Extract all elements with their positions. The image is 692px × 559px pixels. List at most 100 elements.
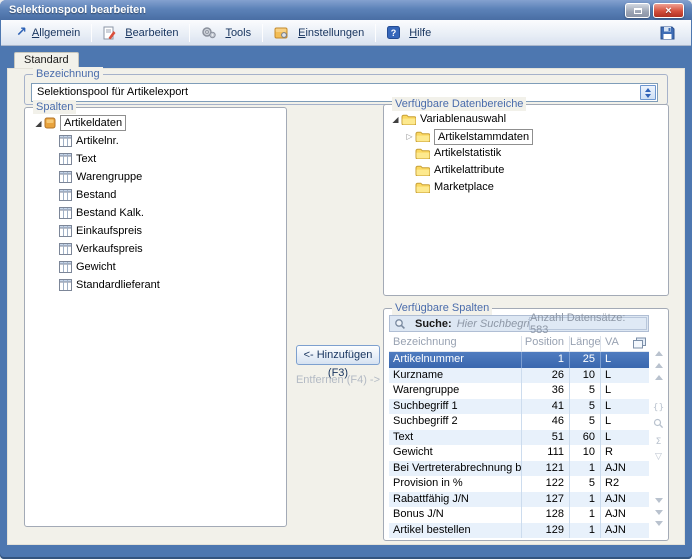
toolbar-button-tools[interactable]: Tools — [193, 23, 259, 42]
toolbar-button-allgemein[interactable]: ↗ Allgemein — [8, 24, 88, 42]
toolbar-label-bearbeiten: Bearbeiten — [125, 27, 178, 39]
tree-item-label: Artikelstatistik — [434, 146, 501, 161]
table-row[interactable]: Text 51 60 L — [389, 430, 649, 446]
toolbar-button-bearbeiten[interactable]: Bearbeiten — [95, 23, 186, 43]
expander-collapsed-icon[interactable]: ▷ — [404, 132, 415, 141]
table-row[interactable]: Provision in % 122 5 R2 — [389, 476, 649, 492]
tree-node-artikeldaten[interactable]: ◢ Artikeldaten — [25, 114, 286, 132]
cell-laenge: 10 — [569, 368, 600, 384]
toolbar-button-einstellungen[interactable]: Einstellungen — [266, 23, 372, 42]
toolbar-separator — [262, 24, 263, 42]
search-bar[interactable]: Suche: Hier Suchbegriff einge Anzahl Dat… — [389, 315, 649, 332]
cell-va: L — [600, 430, 649, 446]
cell-bezeichnung: Text — [389, 430, 521, 446]
tree-item-warengruppe[interactable]: Warengruppe — [25, 168, 286, 186]
tab-standard[interactable]: Standard — [14, 52, 79, 68]
tree-item-standardlieferant[interactable]: Standardlieferant — [25, 276, 286, 294]
tree-item-bestand-kalk[interactable]: Bestand Kalk. — [25, 204, 286, 222]
remove-button-disabled[interactable]: Entfernen (F4) -> — [294, 374, 382, 386]
column-header-position[interactable]: Position — [521, 336, 569, 351]
cell-va: R2 — [600, 476, 649, 492]
group-verfuegbare-spalten: Verfügbare Spalten Suche: Hier Suchbegri… — [383, 308, 669, 541]
floppy-save-icon — [659, 25, 676, 41]
add-button[interactable]: <- Hinzufügen (F3) — [296, 345, 380, 365]
move-up-icon[interactable] — [655, 363, 663, 368]
tree-node-variablenauswahl[interactable]: ◢ Variablenauswahl — [384, 111, 668, 128]
settings-box-icon — [274, 26, 289, 39]
cell-laenge: 5 — [569, 414, 600, 430]
table-row[interactable]: Suchbegriff 2 46 5 L — [389, 414, 649, 430]
column-header-laenge[interactable]: Länge — [569, 336, 600, 351]
cell-laenge: 5 — [569, 399, 600, 415]
bezeichnung-value: Selektionspool für Artikelexport — [32, 84, 657, 101]
goto-first-icon[interactable] — [655, 350, 663, 356]
table-row[interactable]: Bonus J/N 128 1 AJN — [389, 507, 649, 523]
table-row-selected[interactable]: Artikelnummer 1 25 L — [389, 352, 649, 368]
table-header: Bezeichnung Position Länge VA — [389, 336, 649, 352]
table-row[interactable]: Gewicht 111 10 R — [389, 445, 649, 461]
close-button[interactable]: × — [653, 3, 684, 18]
bezeichnung-combobox[interactable]: Selektionspool für Artikelexport — [31, 83, 658, 102]
column-header-bezeichnung[interactable]: Bezeichnung — [389, 336, 521, 351]
record-count-label: Anzahl Datensätze: 583 — [530, 312, 642, 336]
folder-icon — [401, 114, 416, 125]
cell-laenge: 1 — [569, 523, 600, 539]
table-columns-icon — [59, 171, 72, 183]
tree-item-artikelattribute[interactable]: Artikelattribute — [384, 162, 668, 179]
cell-bezeichnung: Kurzname — [389, 368, 521, 384]
help-question-icon: ? — [387, 26, 400, 39]
filter-icon[interactable]: ▽ — [655, 453, 662, 462]
cell-va: AJN — [600, 492, 649, 508]
group-label-datenbereiche: Verfügbare Datenbereiche — [392, 97, 526, 111]
cell-bezeichnung: Warengruppe — [389, 383, 521, 399]
tree-item-label: Gewicht — [76, 260, 116, 275]
brackets-icon[interactable]: {} — [653, 404, 664, 413]
table-row[interactable]: Kurzname 26 10 L — [389, 368, 649, 384]
grid-search-icon[interactable] — [653, 418, 664, 432]
tree-item-artikelnr[interactable]: Artikelnr. — [25, 132, 286, 150]
sum-icon[interactable]: Σ — [656, 438, 662, 447]
cell-position: 128 — [521, 507, 569, 523]
tree-item-einkaufspreis[interactable]: Einkaufspreis — [25, 222, 286, 240]
toolbar-button-hilfe[interactable]: ? Hilfe — [379, 23, 439, 42]
folder-icon — [415, 131, 430, 142]
table-row[interactable]: Rabattfähig J/N 127 1 AJN — [389, 492, 649, 508]
cell-laenge: 60 — [569, 430, 600, 446]
combobox-dropdown-button[interactable] — [640, 85, 656, 100]
cell-laenge: 1 — [569, 507, 600, 523]
expander-expanded-icon[interactable]: ◢ — [33, 119, 44, 128]
cell-va: L — [600, 383, 649, 399]
toolbar-separator — [91, 24, 92, 42]
tree-item-artikelstatistik[interactable]: Artikelstatistik — [384, 145, 668, 162]
cell-laenge: 10 — [569, 445, 600, 461]
remove-button-label: Entfernen (F4) -> — [296, 374, 380, 386]
tree-item-verkaufspreis[interactable]: Verkaufspreis — [25, 240, 286, 258]
toolbar: ↗ Allgemein Bearbeiten Tools Einstellung… — [1, 20, 691, 46]
tree-item-marketplace[interactable]: Marketplace — [384, 179, 668, 196]
tree-node-label: Artikeldaten — [60, 115, 126, 131]
tree-item-artikelstammdaten[interactable]: ▷ Artikelstammdaten — [384, 128, 668, 145]
tree-item-label: Einkaufspreis — [76, 224, 142, 239]
move-down-icon[interactable] — [655, 510, 663, 515]
cell-position: 26 — [521, 368, 569, 384]
tree-item-bestand[interactable]: Bestand — [25, 186, 286, 204]
scroll-down-icon[interactable] — [655, 498, 663, 503]
table-row[interactable]: Artikel bestellen 129 1 AJN — [389, 523, 649, 539]
table-row[interactable]: Suchbegriff 1 41 5 L — [389, 399, 649, 415]
folder-icon — [415, 148, 430, 159]
tree-item-gewicht[interactable]: Gewicht — [25, 258, 286, 276]
tree-item-label: Marketplace — [434, 180, 494, 195]
cell-va: L — [600, 399, 649, 415]
save-button[interactable] — [655, 23, 684, 43]
chevron-down-icon — [645, 94, 651, 98]
toolbar-separator — [189, 24, 190, 42]
expander-expanded-icon[interactable]: ◢ — [390, 115, 401, 124]
table-row[interactable]: Bei Vertreterabrechnung berücksichtige 1… — [389, 461, 649, 477]
column-chooser-icon[interactable] — [633, 337, 646, 352]
table-row[interactable]: Warengruppe 36 5 L — [389, 383, 649, 399]
group-datenbereiche: Verfügbare Datenbereiche ◢ Variablenausw… — [383, 104, 669, 296]
restore-button[interactable] — [625, 3, 650, 18]
scroll-up-icon[interactable] — [655, 375, 663, 380]
goto-last-icon[interactable] — [655, 521, 663, 527]
tree-item-text[interactable]: Text — [25, 150, 286, 168]
